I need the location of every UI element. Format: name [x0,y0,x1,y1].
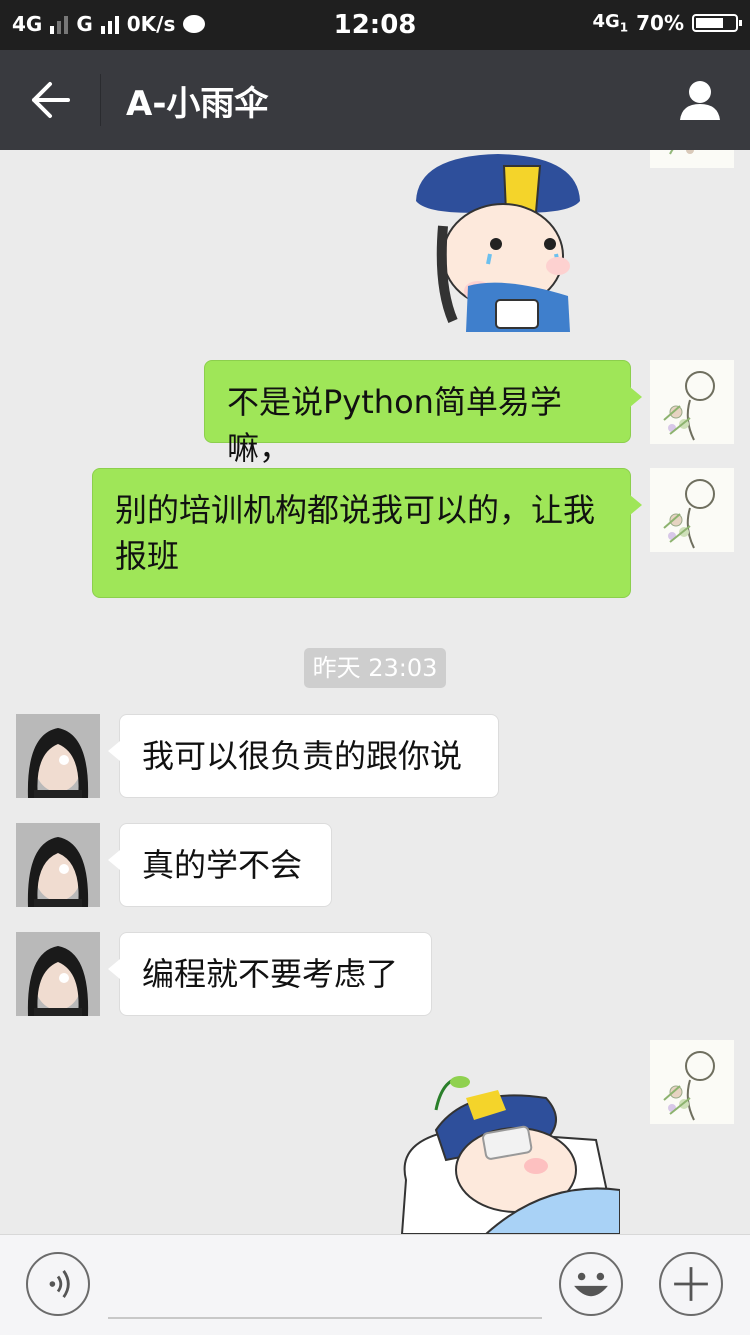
chat-title: A-小雨伞 [126,84,269,124]
sleeping-character-sticker[interactable] [396,1070,620,1234]
chat-header: A-小雨伞 [0,50,750,150]
avatar-self[interactable] [650,1040,734,1124]
status-right: 4G1 70% [592,11,742,35]
message-bubble-them[interactable]: 真的学不会 [108,823,332,907]
plus-icon[interactable] [659,1252,723,1316]
back-arrow-icon[interactable] [30,80,72,120]
person-icon[interactable] [678,78,722,122]
message-bubble-me[interactable]: 不是说Python简单易学嘛， [204,360,642,467]
message-bubble-them[interactable]: 编程就不要考虑了 [108,932,432,1016]
battery-percent: 70% [636,11,684,35]
message-timestamp: 昨天 23:03 [304,648,446,688]
message-text: 真的学不会 [142,846,303,884]
voice-icon[interactable] [26,1252,90,1316]
battery-icon [692,14,742,32]
network-right: 4G1 [592,11,629,35]
input-bar [0,1234,750,1335]
header-divider [100,74,101,126]
avatar-self[interactable] [650,150,734,168]
crying-character-sticker[interactable] [408,150,588,336]
avatar-self[interactable] [650,360,734,444]
message-input[interactable] [108,1317,542,1319]
message-text: 编程就不要考虑了 [142,955,399,993]
message-bubble-them[interactable]: 我可以很负责的跟你说 [108,714,499,798]
message-text: 别的培训机构都说我可以的，让我报班 [115,491,596,575]
message-text: 不是说Python简单易学嘛， [227,383,562,467]
message-text: 我可以很负责的跟你说 [142,737,463,775]
message-bubble-me[interactable]: 别的培训机构都说我可以的，让我报班 [92,468,642,598]
avatar-other[interactable] [16,714,100,798]
avatar-self[interactable] [650,468,734,552]
chat-area[interactable]: 不是说Python简单易学嘛， 别的培训机构都说我可以的，让我报班 昨天 23:… [0,150,750,1234]
avatar-other[interactable] [16,823,100,907]
emoji-icon[interactable] [559,1252,623,1316]
status-bar: 4G G 0K/s 12:08 4G1 70% [0,0,750,50]
avatar-other[interactable] [16,932,100,1016]
